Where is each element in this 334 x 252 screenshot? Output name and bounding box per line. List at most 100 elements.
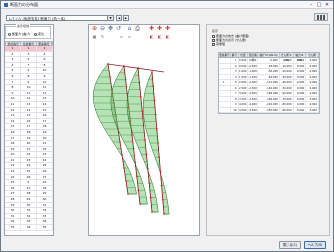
node-marker[interactable] xyxy=(132,147,135,150)
node-marker[interactable] xyxy=(151,71,153,73)
add-icon[interactable]: ✚ xyxy=(164,25,171,32)
chevron-down-icon[interactable]: ▼ xyxy=(107,16,113,20)
case-select[interactable]: Lパイル (仮設支柱) 断面力 (杭一本) ▼ xyxy=(6,15,114,21)
edit-icon[interactable]: ✎ xyxy=(99,33,106,40)
table-cell: 22 xyxy=(5,163,21,169)
node-marker[interactable] xyxy=(142,124,145,127)
option-load-values[interactable]: 荷重値 xyxy=(212,42,249,46)
color-icon[interactable]: ◧ xyxy=(148,33,155,40)
node-marker[interactable] xyxy=(151,211,153,213)
table-cell: 23 xyxy=(21,157,37,163)
node-marker[interactable] xyxy=(127,193,129,195)
table-cell: 30 xyxy=(37,197,53,202)
node-marker[interactable] xyxy=(161,198,164,201)
add-icon[interactable]: ✚ xyxy=(148,25,155,32)
add-icon[interactable]: ✚ xyxy=(156,25,163,32)
table-cell: -1.500 xyxy=(248,74,259,79)
zoom-in-icon[interactable]: ⊕ xyxy=(91,25,98,32)
minimize-button[interactable]: – xyxy=(307,2,315,8)
home-icon[interactable]: ⌂ xyxy=(126,25,133,32)
table-cell: 0.000 xyxy=(294,69,307,74)
node-marker[interactable] xyxy=(146,167,149,170)
table-cell: 26 xyxy=(5,185,21,191)
radio-moment[interactable]: 断面力 (曲げ) xyxy=(8,32,30,36)
table-cell: -84.000 xyxy=(258,74,280,79)
color-icon[interactable]: ◧ xyxy=(156,33,163,40)
maximize-button[interactable]: □ xyxy=(315,2,323,8)
print-icon[interactable]: ⎙ xyxy=(134,25,141,32)
table-cell: 0.000 xyxy=(306,102,319,107)
radio-displacement[interactable]: 変位 xyxy=(34,32,44,36)
next-button[interactable]: ▶ xyxy=(123,15,129,21)
node-marker[interactable] xyxy=(121,154,123,156)
node-marker[interactable] xyxy=(158,156,161,159)
node-marker[interactable] xyxy=(154,113,157,116)
grid-view-icon[interactable] xyxy=(314,13,328,21)
table-cell: 27 xyxy=(21,185,37,191)
node-marker[interactable] xyxy=(145,153,148,156)
node-marker[interactable] xyxy=(163,213,165,215)
table-cell: 34 xyxy=(37,219,53,224)
node-marker[interactable] xyxy=(125,180,127,182)
rotate-icon[interactable]: ↺ xyxy=(115,25,122,32)
prev-button[interactable]: ◀ xyxy=(116,15,122,21)
node-marker[interactable] xyxy=(134,161,137,164)
table-cell: 11 xyxy=(37,85,53,90)
table-cell: -112.000 xyxy=(258,80,280,85)
node-marker[interactable] xyxy=(131,134,133,136)
view-icon[interactable]: ▦ xyxy=(91,33,98,40)
node-marker[interactable] xyxy=(139,203,141,205)
node-marker[interactable] xyxy=(109,76,111,78)
col-position: 位置番号 xyxy=(21,42,37,46)
table-cell: 29 xyxy=(21,197,37,202)
table-cell: 13 xyxy=(5,113,21,118)
case-select-value: Lパイル (仮設支柱) 断面力 (杭一本) xyxy=(9,16,66,21)
table-cell: -252.000 xyxy=(258,107,280,112)
node-marker[interactable] xyxy=(149,196,152,199)
node-marker[interactable] xyxy=(135,175,138,178)
table-cell: -80.000 xyxy=(281,102,294,107)
table-cell: 17 xyxy=(21,124,37,129)
node-marker[interactable] xyxy=(160,184,163,187)
element-icon[interactable]: ▫ xyxy=(126,33,133,40)
node-marker[interactable] xyxy=(159,170,162,173)
node-marker[interactable] xyxy=(137,189,140,192)
node-marker[interactable] xyxy=(138,81,141,84)
table-cell: 7 xyxy=(21,62,37,68)
table-cell: 31 xyxy=(5,213,21,219)
table-cell: 15 xyxy=(5,124,21,129)
table-cell xyxy=(219,74,231,79)
node-marker[interactable] xyxy=(152,85,155,88)
node-marker[interactable] xyxy=(155,127,158,130)
close-button[interactable]: ✕ xyxy=(323,2,331,8)
node-marker[interactable] xyxy=(124,78,127,81)
window-title: 断面力の分布図 xyxy=(10,2,38,7)
node-marker[interactable] xyxy=(153,99,156,102)
node-icon[interactable]: ▫ xyxy=(118,33,125,40)
node-marker[interactable] xyxy=(119,141,121,143)
table-cell: 10 xyxy=(5,96,21,101)
table-cell: 16 xyxy=(37,113,53,118)
node-marker[interactable] xyxy=(139,95,142,98)
table-cell xyxy=(219,91,231,96)
table-cell: 16 xyxy=(5,129,21,135)
table-cell: 8 xyxy=(231,96,239,101)
node-marker[interactable] xyxy=(157,142,159,144)
moment-area xyxy=(142,71,170,215)
table-cell: 12 xyxy=(5,107,21,113)
node-marker[interactable] xyxy=(144,139,146,141)
close-dialog-button[interactable]: 閉じる(C) xyxy=(279,241,301,249)
help-button[interactable]: ヘルプ(H) xyxy=(304,241,326,249)
pan-icon[interactable]: ✥ xyxy=(107,25,114,32)
zoom-out-icon[interactable]: ⊖ xyxy=(99,25,106,32)
table-row[interactable]: 33 34 35 xyxy=(5,225,53,231)
color-icon[interactable]: ◧ xyxy=(164,33,171,40)
node-marker[interactable] xyxy=(123,167,125,169)
col-axial: 軸力 N (kN) xyxy=(294,53,307,62)
table-cell: 13 xyxy=(37,96,53,101)
node-marker[interactable] xyxy=(148,182,151,185)
table-cell: -30.000 xyxy=(281,74,294,79)
node-marker[interactable] xyxy=(141,110,144,113)
table-cell: 0.000 xyxy=(306,74,319,79)
table-cell: 22 xyxy=(37,146,53,152)
